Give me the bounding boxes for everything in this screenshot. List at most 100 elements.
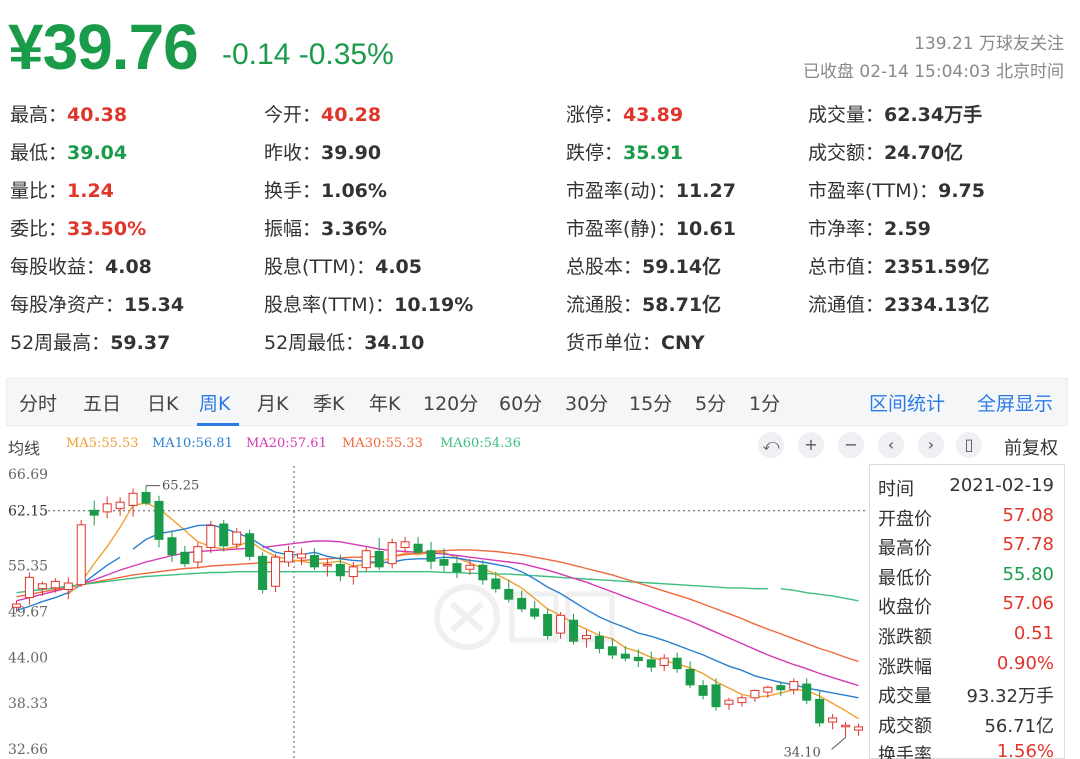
stat-item: 最高：40.38 — [10, 100, 127, 127]
candle-body[interactable] — [413, 543, 423, 553]
stat-item: 52周最高：59.37 — [10, 328, 170, 355]
tab-3[interactable]: 周K — [199, 389, 230, 416]
candle-body[interactable] — [76, 524, 86, 586]
candle-body[interactable] — [750, 689, 760, 699]
tab-0[interactable]: 分时 — [19, 389, 57, 416]
candle-body[interactable] — [154, 500, 164, 540]
candle-body[interactable] — [802, 683, 812, 701]
candle-body[interactable] — [698, 685, 708, 696]
stat-value: 4.05 — [375, 256, 422, 278]
chevron-right-icon[interactable]: › — [918, 432, 944, 458]
stat-value: 10.19% — [394, 294, 474, 316]
ma-legend-item: MA5:55.53 — [66, 436, 139, 451]
candle-body[interactable] — [37, 583, 47, 590]
candle-body[interactable] — [258, 555, 268, 590]
candle-body[interactable] — [206, 525, 216, 548]
tab-12[interactable]: 1分 — [749, 389, 780, 416]
tooltip-key: 成交量 — [878, 686, 932, 708]
candle-body[interactable] — [271, 556, 281, 587]
stat-item: 每股收益：4.08 — [10, 252, 152, 279]
candle-body[interactable] — [141, 492, 151, 504]
tab-6[interactable]: 年K — [369, 389, 400, 416]
range-stats-link[interactable]: 区间统计 — [869, 389, 945, 416]
tooltip-row: 涨跌额 0.51 — [878, 619, 1054, 649]
candle-body[interactable] — [400, 541, 410, 548]
stat-item: 跌停：35.91 — [566, 138, 683, 165]
stat-item: 流通股：58.71亿 — [566, 290, 721, 317]
candle-body[interactable] — [633, 656, 643, 662]
tooltip-row: 开盘价 57.08 — [878, 501, 1054, 531]
followers-count[interactable]: 139.21 万球友关注 — [803, 30, 1064, 58]
candle-body[interactable] — [387, 542, 397, 565]
stat-item: 委比：33.50% — [10, 214, 146, 241]
candle-body[interactable] — [646, 659, 656, 668]
candle-body[interactable] — [50, 580, 60, 589]
candle-body[interactable] — [711, 684, 721, 708]
adjust-selector[interactable]: 前复权 — [1004, 434, 1058, 460]
tab-4[interactable]: 月K — [257, 389, 288, 416]
candle-body[interactable] — [89, 509, 99, 516]
candle-body[interactable] — [685, 668, 695, 686]
stat-label: 量比： — [10, 180, 68, 202]
candle-body[interactable] — [180, 551, 190, 565]
stat-value: 62.34万手 — [884, 104, 983, 126]
candle-body[interactable] — [776, 685, 786, 691]
zoom-out-icon[interactable]: − — [838, 432, 864, 458]
tab-1[interactable]: 五日 — [83, 389, 121, 416]
tab-11[interactable]: 5分 — [695, 389, 726, 416]
candle-body[interactable] — [659, 657, 669, 666]
candle-body[interactable] — [815, 698, 825, 724]
candle-body[interactable] — [620, 653, 630, 659]
candle-body[interactable] — [11, 603, 21, 608]
candle-body[interactable] — [789, 681, 799, 691]
candle-body[interactable] — [102, 503, 112, 513]
candle-body[interactable] — [361, 550, 371, 569]
candle-body[interactable] — [478, 564, 488, 581]
candle-body[interactable] — [309, 555, 319, 568]
candle-body[interactable] — [724, 699, 734, 705]
candle-body[interactable] — [245, 533, 255, 557]
tab-9[interactable]: 30分 — [565, 389, 608, 416]
zoom-in-icon[interactable]: + — [798, 432, 824, 458]
y-tick-label: 62.15 — [8, 504, 48, 520]
stat-label: 今开： — [264, 104, 322, 126]
candle-body[interactable] — [854, 726, 864, 731]
candle-body[interactable] — [322, 563, 332, 567]
candle-body[interactable] — [219, 523, 229, 547]
candle-body[interactable] — [193, 546, 203, 563]
candle-body[interactable] — [465, 564, 475, 570]
tab-5[interactable]: 季K — [313, 389, 344, 416]
candle-body[interactable] — [232, 531, 242, 545]
candle-body[interactable] — [763, 686, 773, 693]
tooltip-key: 最低价 — [878, 567, 932, 589]
candle-body[interactable] — [296, 553, 306, 559]
candle-body[interactable] — [348, 566, 358, 578]
candle-icon[interactable]: ▯ — [956, 432, 982, 458]
chevron-left-icon[interactable]: ‹ — [878, 432, 904, 458]
candle-body[interactable] — [284, 550, 294, 563]
candle-body[interactable] — [167, 537, 177, 556]
candle-body[interactable] — [426, 550, 436, 562]
tab-2[interactable]: 日K — [147, 389, 178, 416]
candle-body[interactable] — [828, 717, 838, 723]
candle-body[interactable] — [374, 550, 384, 568]
stat-item: 总股本：59.14亿 — [566, 252, 721, 279]
candle-body[interactable] — [452, 563, 462, 573]
undo-icon[interactable]: ⤺ — [758, 432, 784, 458]
candle-body[interactable] — [24, 576, 34, 599]
candle-body[interactable] — [672, 657, 682, 670]
tab-10[interactable]: 15分 — [629, 389, 672, 416]
indicator-selector[interactable]: 均线 — [8, 435, 40, 459]
candle-body[interactable] — [63, 582, 73, 590]
y-tick-label: 38.33 — [8, 696, 48, 712]
candle-body[interactable] — [335, 563, 345, 577]
stat-item: 成交量：62.34万手 — [808, 100, 982, 127]
candle-body[interactable] — [128, 492, 138, 506]
candle-body[interactable] — [439, 559, 449, 566]
candle-body[interactable] — [115, 501, 125, 510]
candle-body[interactable] — [841, 724, 851, 728]
tab-8[interactable]: 60分 — [499, 389, 542, 416]
fullscreen-link[interactable]: 全屏显示 — [977, 389, 1053, 416]
candle-body[interactable] — [737, 697, 747, 704]
tab-7[interactable]: 120分 — [423, 389, 478, 416]
